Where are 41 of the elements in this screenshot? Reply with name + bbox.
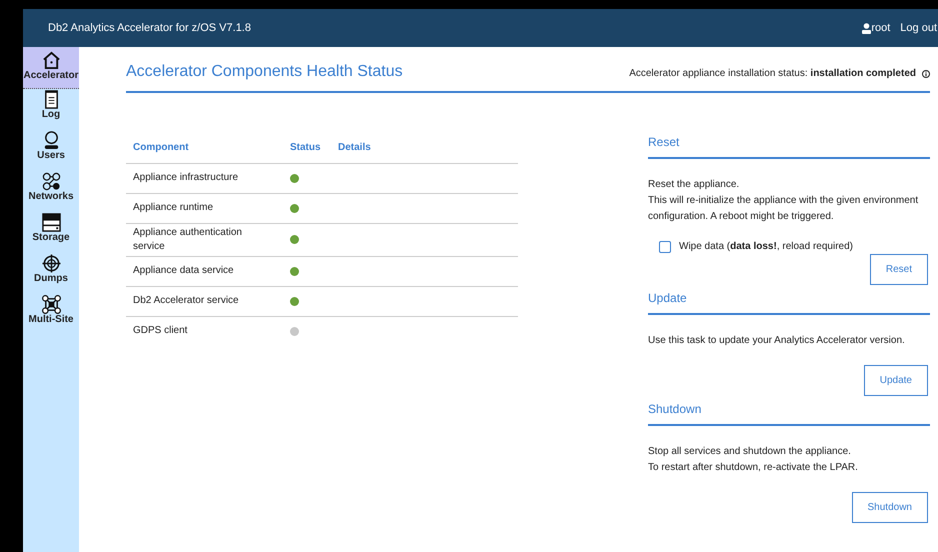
description-text: Reset the appliance. <box>648 178 740 192</box>
info-icon <box>922 70 930 78</box>
table-cell: Appliance infrastructure <box>126 163 283 193</box>
checkbox-label: Wipe data (data loss!, reload required) <box>679 240 853 254</box>
checkbox[interactable] <box>659 240 671 252</box>
storage-icon <box>42 213 60 232</box>
column-header: Component <box>126 133 283 163</box>
sidebar-item[interactable]: Storage <box>23 212 79 253</box>
app-title: Db2 Analytics Accelerator for z/OS V7.1.8 <box>48 20 251 36</box>
user-icon <box>862 22 872 34</box>
sidebar-item[interactable]: Multi-Site <box>23 294 79 335</box>
multisite-icon <box>42 295 60 314</box>
action-button[interactable]: Update <box>864 365 928 396</box>
user-link[interactable]: root <box>862 20 890 36</box>
section-title: Reset <box>648 133 930 159</box>
column-header: Details <box>331 133 518 163</box>
sidebar-item[interactable]: Accelerator <box>23 47 79 89</box>
installation-status: Accelerator appliance installation status: installation completed <box>629 67 916 81</box>
network-icon <box>42 172 60 191</box>
sidebar-item[interactable]: Users <box>23 130 79 171</box>
sidebar-item[interactable]: Dumps <box>23 253 79 294</box>
description-text: To restart after shutdown, re-activate the LPAR. <box>648 461 859 475</box>
description-text: This will re-initialize the appliance with the given environment configuration. A reboot might be triggered. <box>648 194 920 224</box>
column-header: Status <box>283 133 331 163</box>
description-text: Stop all services and shutdown the appliance. <box>648 445 852 459</box>
sidebar-item[interactable]: Networks <box>23 171 79 212</box>
sidebar-item[interactable]: Log <box>23 89 79 130</box>
house-icon <box>42 51 60 70</box>
section-title: Shutdown <box>648 400 930 426</box>
table-cell: Appliance authentication service <box>126 223 283 256</box>
action-button[interactable]: Reset <box>870 254 928 285</box>
table-cell: Appliance runtime <box>126 193 283 223</box>
logout-link[interactable]: Log out <box>900 20 937 36</box>
action-button[interactable]: Shutdown <box>852 492 928 523</box>
table-cell: Db2 Accelerator service <box>126 286 283 316</box>
section-title: Update <box>648 289 930 315</box>
page-title: Accelerator Components Health Status <box>126 62 403 82</box>
table-cell: Appliance data service <box>126 256 283 286</box>
description-text: Use this task to update your Analytics Accelerator version. <box>648 334 906 348</box>
crosshair-icon <box>42 254 60 273</box>
table-cell: GDPS client <box>126 316 283 346</box>
